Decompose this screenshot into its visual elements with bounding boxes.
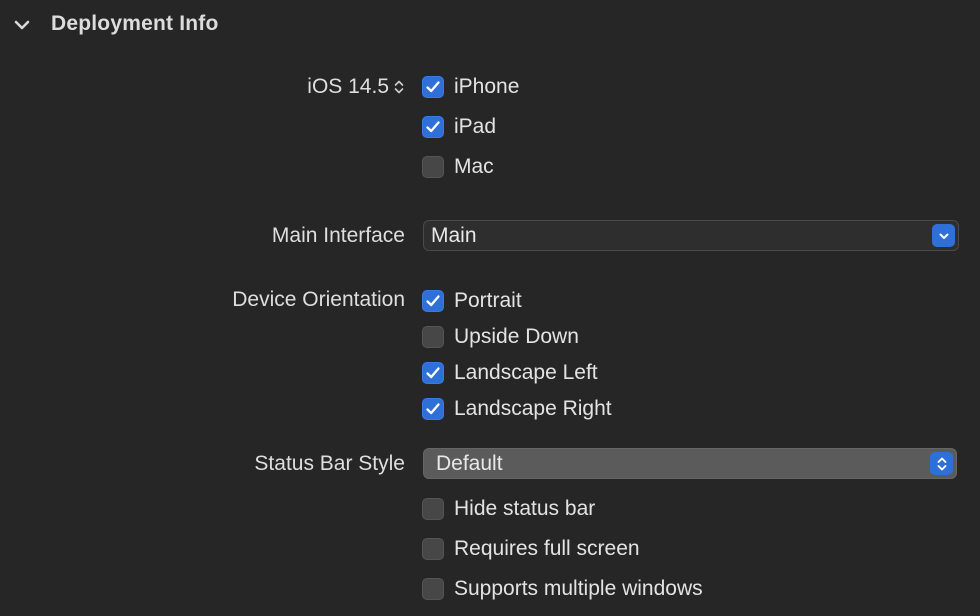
checkbox-unchecked[interactable] xyxy=(422,326,444,348)
checkbox-unchecked[interactable] xyxy=(422,538,444,560)
orientation-upside-down-checkbox[interactable]: Upside Down xyxy=(422,324,579,350)
device-orientation-label: Device Orientation xyxy=(232,288,405,311)
checkbox-label: Hide status bar xyxy=(454,497,596,520)
checkmark-icon[interactable] xyxy=(422,362,444,384)
main-interface-label: Main Interface xyxy=(271,224,405,247)
hide-status-bar-checkbox[interactable]: Hide status bar xyxy=(422,496,595,522)
checkbox-label: iPad xyxy=(454,115,497,138)
status-bar-style-label: Status Bar Style xyxy=(254,452,405,475)
checkmark-icon[interactable] xyxy=(422,76,444,98)
checkbox-unchecked[interactable] xyxy=(422,578,444,600)
checkbox-label: Mac xyxy=(454,155,494,178)
chevron-down-icon[interactable] xyxy=(12,15,32,35)
section-title: Deployment Info xyxy=(51,12,219,35)
checkmark-icon[interactable] xyxy=(422,116,444,138)
deployment-target-selector[interactable]: iOS 14.5 xyxy=(307,74,405,100)
orientation-landscape-left-checkbox[interactable]: Landscape Left xyxy=(422,360,598,386)
checkbox-label: Portrait xyxy=(454,289,522,312)
checkbox-label: Landscape Left xyxy=(454,361,598,384)
checkmark-icon[interactable] xyxy=(422,290,444,312)
checkbox-label: iPhone xyxy=(454,75,520,98)
supports-multiple-windows-checkbox[interactable]: Supports multiple windows xyxy=(422,576,703,602)
main-interface-value: Main xyxy=(431,224,477,247)
device-mac-checkbox[interactable]: Mac xyxy=(422,154,494,180)
checkbox-label: Upside Down xyxy=(454,325,579,348)
main-interface-popup[interactable]: Main xyxy=(423,220,959,251)
checkbox-label: Supports multiple windows xyxy=(454,577,703,600)
updown-chevron-icon xyxy=(393,78,405,96)
checkmark-icon[interactable] xyxy=(422,398,444,420)
device-iphone-checkbox[interactable]: iPhone xyxy=(422,74,519,100)
deployment-target-value: iOS 14.5 xyxy=(307,75,389,98)
checkbox-label: Landscape Right xyxy=(454,397,612,420)
checkbox-unchecked[interactable] xyxy=(422,498,444,520)
device-ipad-checkbox[interactable]: iPad xyxy=(422,114,496,140)
status-bar-style-value: Default xyxy=(436,452,503,475)
deployment-info-header[interactable]: Deployment Info xyxy=(0,0,980,52)
orientation-portrait-checkbox[interactable]: Portrait xyxy=(422,288,522,314)
orientation-landscape-right-checkbox[interactable]: Landscape Right xyxy=(422,396,612,422)
chevron-down-icon xyxy=(932,224,955,247)
updown-chevron-icon xyxy=(930,452,953,475)
status-bar-style-popup[interactable]: Default xyxy=(423,448,957,479)
checkbox-label: Requires full screen xyxy=(454,537,640,560)
checkbox-unchecked[interactable] xyxy=(422,156,444,178)
requires-full-screen-checkbox[interactable]: Requires full screen xyxy=(422,536,640,562)
